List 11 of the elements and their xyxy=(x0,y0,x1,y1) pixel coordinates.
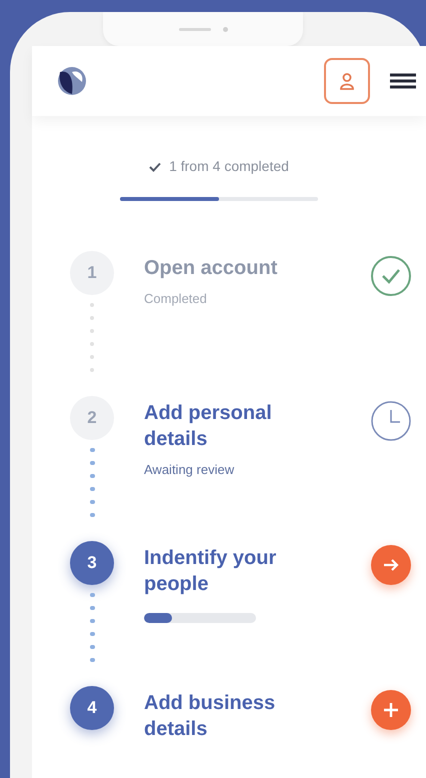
step-number: 1 xyxy=(70,251,114,295)
progress-summary: 1 from 4 completed xyxy=(169,157,289,176)
step-number: 2 xyxy=(70,396,114,440)
step-title: Open account xyxy=(144,256,278,281)
step-status: Awaiting review xyxy=(144,461,236,479)
step-status: Completed xyxy=(144,290,208,308)
step-title: Indentify your people xyxy=(144,546,278,597)
step-title: Add personal details xyxy=(144,401,273,452)
step-number: 3 xyxy=(70,541,114,585)
step-number: 4 xyxy=(70,686,114,730)
step-title: Add business details xyxy=(144,691,276,742)
